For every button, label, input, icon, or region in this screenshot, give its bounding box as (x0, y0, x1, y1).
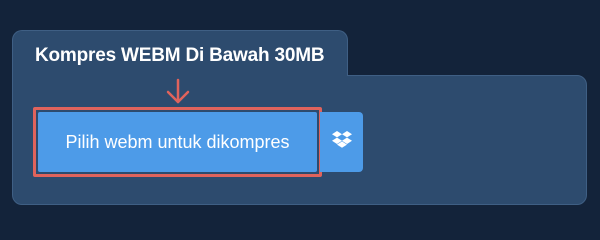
dropbox-icon (331, 130, 352, 154)
choose-webm-button[interactable]: Pilih webm untuk dikompres (38, 112, 317, 172)
dropbox-button[interactable] (320, 112, 363, 172)
section-title: Kompres WEBM Di Bawah 30MB (35, 45, 325, 66)
down-arrow-icon (164, 78, 192, 106)
choose-webm-button-label: Pilih webm untuk dikompres (65, 131, 290, 152)
